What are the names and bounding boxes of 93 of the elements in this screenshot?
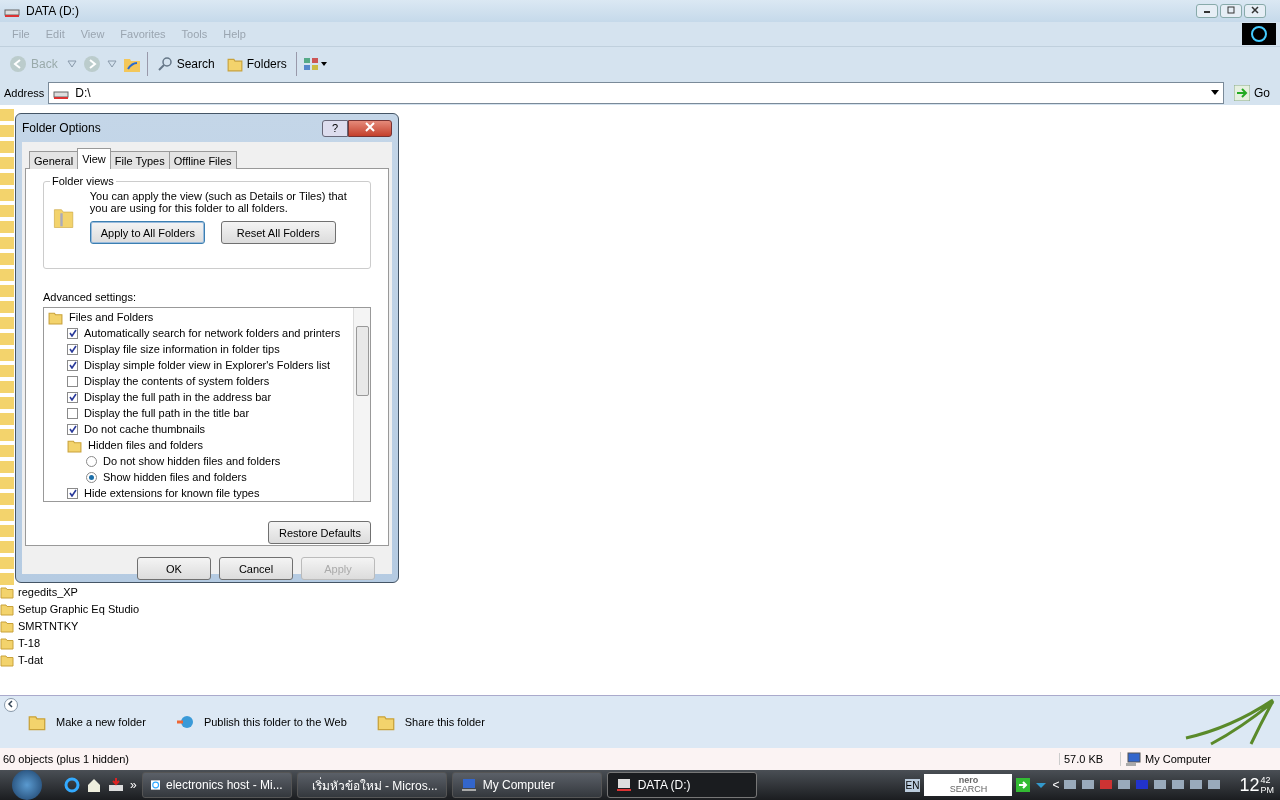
- checkbox[interactable]: [67, 407, 78, 419]
- status-size: 57.0 KB: [1059, 753, 1120, 765]
- restore-defaults-button[interactable]: Restore Defaults: [268, 521, 371, 544]
- checkbox-label[interactable]: Hide extensions for known file types: [84, 487, 260, 499]
- file-name[interactable]: Setup Graphic Eq Studio: [18, 602, 140, 615]
- close-button[interactable]: [348, 119, 392, 137]
- advanced-settings-label: Advanced settings:: [43, 291, 137, 303]
- taskbar-button[interactable]: electronics host - Mi...: [141, 772, 292, 798]
- scrollbar[interactable]: [353, 308, 370, 501]
- computer-icon: [615, 778, 632, 792]
- language-indicator[interactable]: EN: [904, 778, 921, 792]
- checkbox-label[interactable]: Display the full path in the address bar: [84, 391, 272, 403]
- close-icon: [365, 122, 375, 132]
- dialog-button[interactable]: OK: [137, 557, 211, 580]
- checkbox-label[interactable]: Automatically search for network folders and printers: [84, 327, 341, 339]
- help-button[interactable]: ?: [322, 119, 348, 137]
- close-icon: [1251, 6, 1259, 14]
- checkbox-label[interactable]: Display the contents of system folders: [84, 375, 270, 387]
- folder-icon: [376, 713, 395, 731]
- dialog-title: Folder Options: [22, 121, 101, 135]
- group-title: Folder views: [50, 175, 116, 187]
- drive-icon[interactable]: [108, 777, 124, 793]
- checkbox-label[interactable]: Do not cache thumbnails: [84, 423, 206, 435]
- address-field[interactable]: D:\: [48, 82, 1224, 104]
- minimize-button[interactable]: [1196, 4, 1218, 18]
- browser-icon: [150, 777, 160, 793]
- nero-search-box[interactable]: nero SEARCH: [924, 774, 1013, 796]
- views-icon[interactable]: [302, 57, 327, 71]
- house-icon[interactable]: [86, 777, 102, 793]
- folder-icon: [0, 601, 14, 616]
- arrow-icon[interactable]: [1016, 778, 1031, 792]
- overflow-chevron[interactable]: »: [130, 778, 137, 792]
- checkbox[interactable]: [67, 487, 78, 499]
- folder-views-button[interactable]: Reset All Folders: [220, 221, 336, 244]
- checkbox[interactable]: [67, 375, 78, 387]
- checkbox-label[interactable]: Display the full path in the title bar: [84, 407, 250, 419]
- taskbar-button[interactable]: My Computer: [451, 772, 602, 798]
- ring-icon: [1250, 25, 1268, 43]
- folder-views-button[interactable]: Apply to All Folders: [89, 221, 205, 244]
- search-button[interactable]: Search: [153, 54, 218, 74]
- radio-button[interactable]: [86, 455, 97, 467]
- computer-icon: [460, 778, 477, 792]
- folder-icon: [0, 652, 14, 667]
- file-name[interactable]: T-dat: [18, 653, 44, 666]
- address-label: Address: [4, 87, 45, 99]
- globe-icon: [175, 714, 194, 730]
- checkbox[interactable]: [67, 423, 78, 435]
- tab[interactable]: File Types: [109, 151, 170, 169]
- tab[interactable]: General: [29, 151, 79, 169]
- start-button[interactable]: [12, 770, 42, 800]
- folder-icon: [28, 713, 46, 731]
- checkbox[interactable]: [67, 391, 78, 403]
- checkbox[interactable]: [67, 343, 78, 355]
- window-title: DATA (D:): [26, 4, 79, 18]
- folder-icon: [0, 635, 14, 650]
- status-zone: My Computer: [1145, 753, 1212, 765]
- checkbox-label[interactable]: Display simple folder view in Explorer's Folders list: [84, 359, 330, 371]
- checkbox[interactable]: [67, 327, 78, 339]
- task-link[interactable]: Publish this folder to the Web: [175, 713, 347, 731]
- arrow-icon: [1234, 85, 1250, 101]
- settings-group-label: Hidden files and folders: [88, 439, 203, 451]
- folder-views-text: You can apply the view (such as Details or Tiles) that you are using for this folder to all folders.: [89, 190, 348, 214]
- taskbar-button[interactable]: DATA (D:): [606, 772, 757, 798]
- settings-group-label: Files and Folders: [69, 311, 154, 323]
- browser-icon[interactable]: [64, 777, 80, 793]
- tab[interactable]: View: [77, 148, 111, 169]
- folder-icon: [0, 584, 14, 599]
- file-name[interactable]: T-18: [18, 636, 40, 649]
- go-button[interactable]: Go: [1228, 84, 1276, 102]
- radio-button[interactable]: [86, 471, 97, 483]
- computer-icon: [1125, 752, 1141, 766]
- file-name[interactable]: SMRTNTKY: [18, 619, 79, 632]
- taskbar-button[interactable]: เริ่มหัวข้อใหม่ - Micros...: [296, 772, 447, 798]
- radio-label[interactable]: Show hidden files and folders: [103, 471, 247, 483]
- file-name[interactable]: regedits_XP: [18, 585, 78, 598]
- dialog-button[interactable]: Cancel: [219, 557, 293, 580]
- search-icon: [156, 56, 173, 72]
- close-button[interactable]: [1244, 4, 1266, 18]
- task-link[interactable]: Make a new folder: [28, 713, 146, 731]
- checkbox[interactable]: [67, 359, 78, 371]
- folder-icon: [226, 56, 243, 72]
- radio-label[interactable]: Do not show hidden files and folders: [103, 455, 281, 467]
- checkbox-label[interactable]: Display file size information in folder tips: [84, 343, 280, 355]
- tray-chevron[interactable]: <: [1052, 778, 1060, 792]
- status-objects: 60 objects (plus 1 hidden): [2, 753, 130, 765]
- tab[interactable]: Offline Files: [168, 151, 237, 169]
- maximize-icon: [1227, 6, 1235, 14]
- task-link[interactable]: Share this folder: [376, 713, 485, 731]
- folders-button[interactable]: Folders: [223, 54, 290, 74]
- dropdown-arrow-icon[interactable]: [1211, 90, 1219, 96]
- folder-icon: [0, 618, 14, 633]
- chevron-left-icon: [7, 700, 15, 708]
- collapse-button[interactable]: [4, 698, 18, 712]
